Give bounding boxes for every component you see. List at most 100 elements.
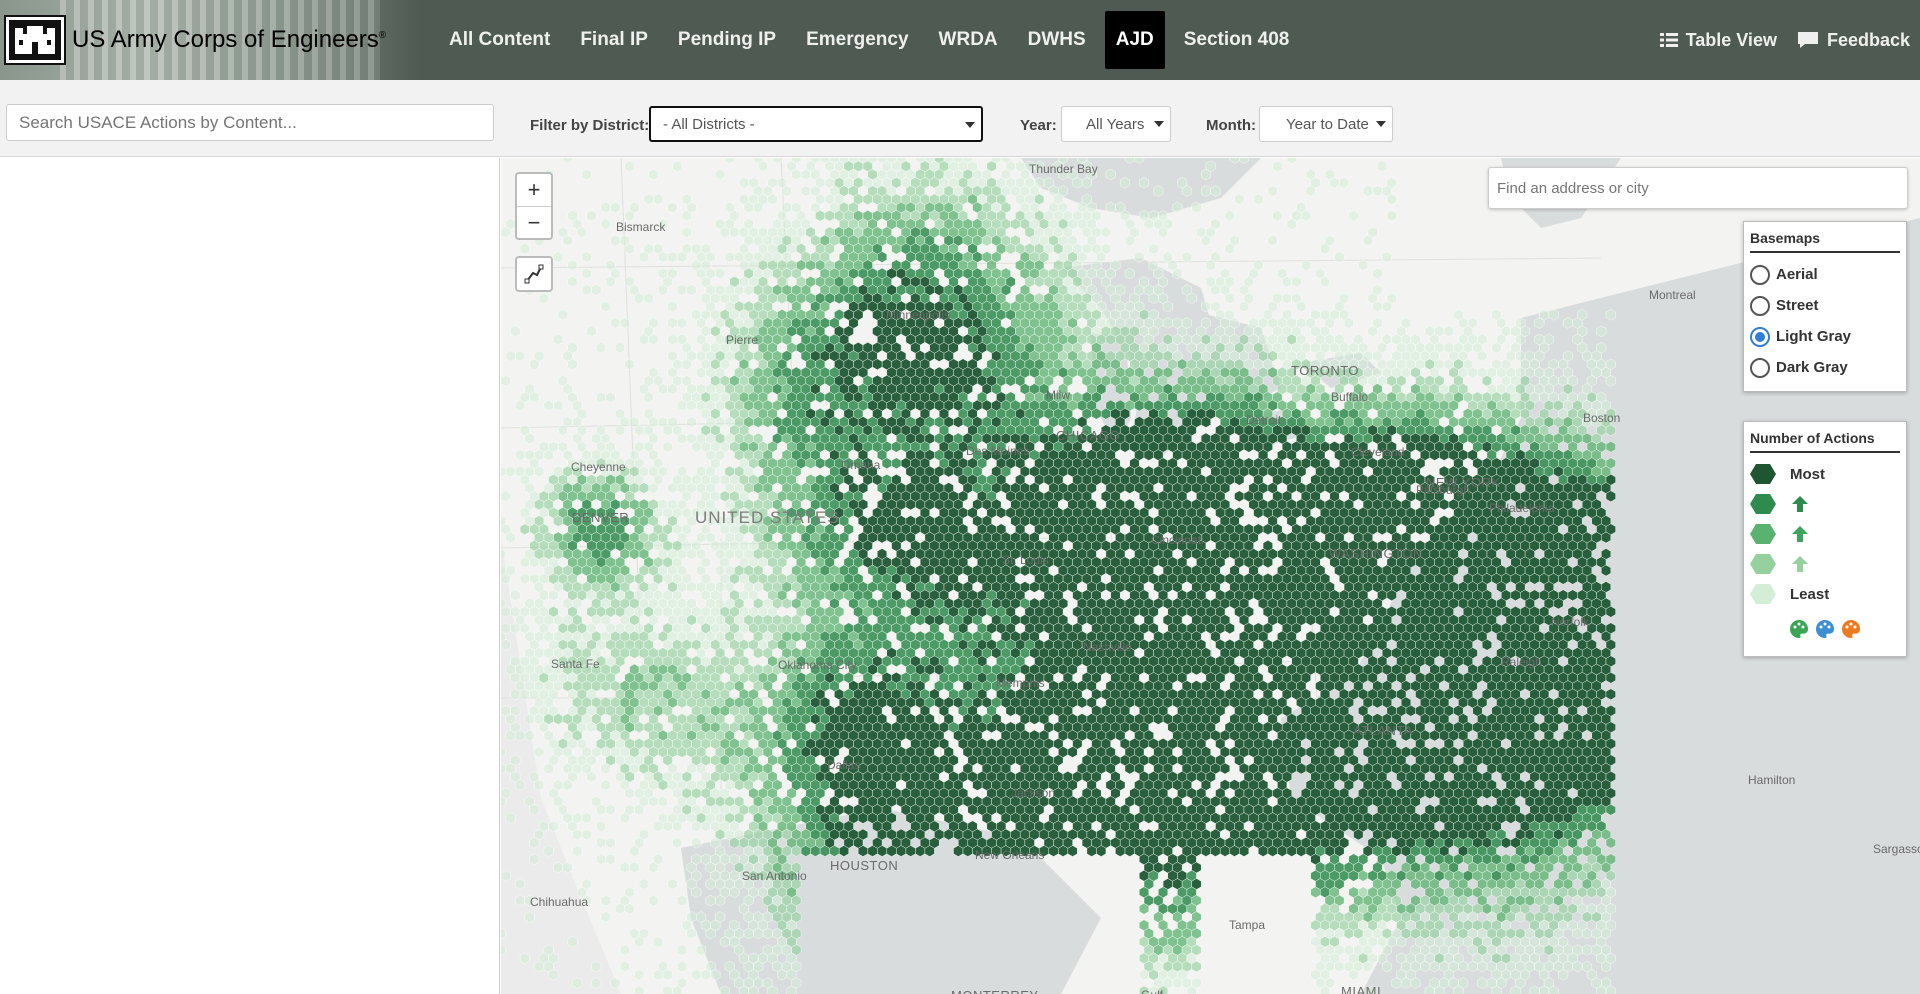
map-label-hamilton: Hamilton [1748, 773, 1796, 787]
map-label-miami: MIAMI [1341, 984, 1382, 994]
draw-tool-button[interactable] [515, 256, 553, 292]
map-label-santa-fe: Santa Fe [551, 657, 600, 671]
map-label-san-antonio: San Antonio [742, 869, 807, 883]
map-label-jackson: Jackson [1011, 786, 1056, 800]
basemap-option-light-gray[interactable]: Light Gray [1750, 321, 1900, 352]
zoom-out-button[interactable]: − [517, 206, 551, 238]
basemap-option-label: Street [1776, 297, 1819, 314]
map-label-omaha: Omaha [841, 458, 881, 472]
map-label-toronto: TORONTO [1291, 363, 1360, 378]
map-label-cheyenne: Cheyenne [571, 460, 626, 474]
district-select[interactable]: - All Districts - [649, 106, 983, 142]
map-label-minneapolis: Minneapolis [886, 308, 951, 322]
map-label-detroit: Detroit [1246, 413, 1282, 427]
map-view[interactable]: Thunder BayBismarckQuebecMontrealMinneap… [501, 158, 1920, 994]
map-label-washington: WASHINGTON [1329, 546, 1423, 561]
nav-tab-ajd[interactable]: AJD [1104, 11, 1165, 69]
legend-row [1750, 519, 1900, 549]
hexagon-swatch-icon [1750, 524, 1776, 544]
chevron-down-icon [965, 122, 975, 128]
palette-icon[interactable] [1841, 619, 1861, 644]
filter-bar: Filter by District: - All Districts - Ye… [0, 80, 1920, 157]
basemap-option-street[interactable]: Street [1750, 290, 1900, 321]
map-label-buffalo: Buffalo [1331, 390, 1369, 404]
map-label-houston: HOUSTON [830, 858, 899, 873]
palette-icon[interactable] [1815, 619, 1835, 644]
month-select-value: Year to Date [1286, 115, 1369, 133]
legend-panel: Number of Actions Most Least [1743, 421, 1907, 657]
zoom-in-button[interactable]: + [517, 174, 551, 206]
legend-least-label: Least [1790, 585, 1830, 603]
map-label-sargasso-sea: Sargasso Sea [1873, 842, 1920, 856]
map-label-dallas: Dallas [827, 758, 861, 772]
palette-icon[interactable] [1789, 619, 1809, 644]
table-view-label: Table View [1685, 29, 1777, 50]
map-label-united-states: UNITED STATES [695, 508, 840, 527]
year-select[interactable]: All Years [1061, 106, 1171, 142]
year-select-value: All Years [1086, 115, 1145, 133]
month-select[interactable]: Year to Date [1259, 106, 1393, 142]
hexagon-swatch-icon [1750, 584, 1776, 604]
arrow-up-icon [1792, 496, 1808, 512]
map-label-philadelphia: Philadelphia [1489, 501, 1555, 515]
nav-tab-section-408[interactable]: Section 408 [1173, 11, 1301, 69]
nav-tab-dwhs[interactable]: DWHS [1017, 11, 1097, 69]
legend-row [1750, 489, 1900, 519]
map-label-milw: Milw [1046, 388, 1070, 402]
nav-tab-all-content[interactable]: All Content [438, 11, 561, 69]
map-label-chihuahua: Chihuahua [530, 895, 589, 909]
comment-icon [1797, 32, 1818, 48]
zoom-control: + − [515, 172, 553, 240]
legend-row: Least [1750, 579, 1900, 609]
feedback-button[interactable]: Feedback [1797, 30, 1910, 51]
hexagon-swatch-icon [1750, 494, 1776, 514]
nav-tab-pending-ip[interactable]: Pending IP [667, 11, 787, 69]
map-label-atlanta: ATLANTA [1353, 723, 1414, 738]
basemaps-title: Basemaps [1750, 230, 1900, 253]
basemap-option-label: Dark Gray [1776, 359, 1848, 376]
map-label-st-louis: St. Louis [1002, 553, 1049, 567]
map-label-monterrey: MONTERREY [951, 988, 1039, 994]
map-label-pierre: Pierre [726, 333, 759, 347]
nav-tab-wrda[interactable]: WRDA [928, 11, 1009, 69]
radio-button[interactable] [1750, 295, 1770, 316]
app-header: US Army Corps of Engineers® All Content F… [0, 0, 1920, 80]
legend-most-label: Most [1790, 465, 1825, 483]
map-label-new-orleans: New Orleans [975, 848, 1045, 862]
map-label-des-moines: Des Moines [966, 444, 1030, 458]
basemap-option-label: Light Gray [1776, 328, 1852, 345]
basemaps-panel: Basemaps Aerial Street Light Gray Dark Gray [1743, 221, 1907, 392]
radio-button[interactable] [1750, 326, 1770, 347]
legend-row: Most [1750, 459, 1900, 489]
map-label-tampa: Tampa [1229, 918, 1266, 932]
main-nav: All Content Final IP Pending IP Emergency WR… [434, 0, 1304, 80]
month-filter-label: Month: [1206, 117, 1256, 134]
nav-tab-final-ip[interactable]: Final IP [569, 11, 659, 69]
district-select-value: - All Districts - [663, 115, 755, 133]
results-side-panel [0, 158, 500, 994]
map-label-thunder-bay: Thunder Bay [1029, 162, 1098, 176]
basemap-option-aerial[interactable]: Aerial [1750, 259, 1900, 290]
table-view-button[interactable]: Table View [1659, 29, 1777, 51]
content-search-input[interactable] [6, 104, 494, 141]
address-search-input[interactable] [1488, 167, 1908, 209]
brand-title: US Army Corps of Engineers® [72, 26, 387, 53]
map-label-norfolk: Norfolk [1551, 615, 1590, 629]
radio-button[interactable] [1750, 264, 1770, 285]
brand[interactable]: US Army Corps of Engineers® [0, 0, 420, 80]
district-filter-label: Filter by District: [530, 117, 650, 134]
radio-button[interactable] [1750, 357, 1770, 378]
hexagon-swatch-icon [1750, 554, 1776, 574]
map-label-oklahoma-city: Oklahoma City [778, 658, 857, 672]
map-label-chicago: CHICAGO [1056, 428, 1121, 443]
nav-tab-emergency[interactable]: Emergency [795, 11, 919, 69]
legend-row [1750, 549, 1900, 579]
map-label-raleigh: Raleigh [1501, 655, 1542, 669]
basemap-option-dark-gray[interactable]: Dark Gray [1750, 352, 1900, 383]
map-label-cleveland: Cleveland [1351, 445, 1405, 459]
arrow-up-icon [1792, 556, 1808, 572]
map-label-boston: Boston [1583, 411, 1621, 425]
chevron-down-icon [1376, 121, 1386, 127]
map-label-gulf: Gulf [1141, 988, 1163, 994]
table-list-icon [1659, 33, 1678, 47]
